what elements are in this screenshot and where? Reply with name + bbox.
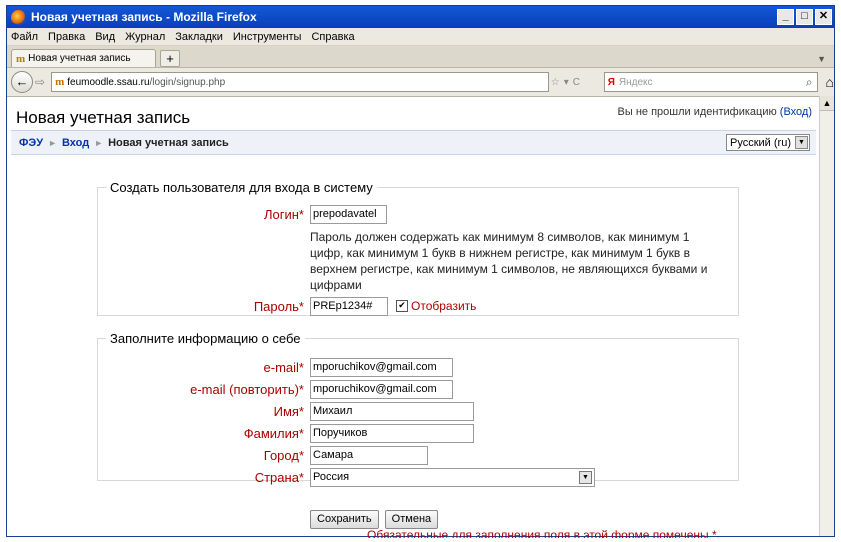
reload-icon[interactable]: C [573, 77, 580, 88]
url-path: /login/signup.php [149, 76, 226, 88]
menu-bar: Файл Правка Вид Журнал Закладки Инструме… [7, 28, 834, 46]
history-dropdown-icon[interactable]: ▾ [564, 77, 569, 88]
firefox-icon [11, 9, 26, 25]
country-select[interactable]: Россия ▼ [310, 468, 595, 487]
title-bar: Новая учетная запись - Mozilla Firefox _… [7, 6, 834, 28]
password-input[interactable]: PREp1234# [310, 297, 388, 316]
login-label: Логин* [263, 207, 304, 222]
menu-edit[interactable]: Правка [48, 31, 85, 43]
url-host: feumoodle.ssau.ru [67, 76, 150, 88]
city-label: Город* [263, 448, 304, 463]
lastname-label: Фамилия* [243, 426, 304, 441]
search-box[interactable]: Я Яндекс ⌕ [603, 72, 818, 92]
breadcrumb-sep: ► [94, 137, 104, 148]
country-label: Страна* [254, 470, 304, 485]
login-input[interactable]: prepodavatel [310, 205, 387, 224]
url-bar[interactable]: m feumoodle.ssau.ru/login/signup.php [51, 72, 549, 92]
password-row: Пароль* PREp1234# ✔ Отобразить [98, 297, 738, 317]
account-fieldset: Создать пользователя для входа в систему… [97, 180, 739, 316]
forward-button[interactable]: ⇨ [35, 75, 45, 89]
required-note: Обязательные для заполнения поля в этой … [367, 528, 720, 538]
vertical-scrollbar[interactable]: ▲ [819, 96, 834, 536]
page-title: Новая учетная запись [16, 108, 191, 127]
breadcrumb-sep: ► [48, 137, 57, 148]
firstname-input[interactable]: Михаил [310, 402, 474, 421]
city-row: Город* Самара [98, 446, 738, 466]
city-input[interactable]: Самара [310, 446, 428, 465]
chevron-down-icon[interactable]: ▼ [795, 136, 808, 149]
email-row: e-mail* mporuchikov@gmail.com [98, 358, 738, 378]
email-input[interactable]: mporuchikov@gmail.com [310, 358, 453, 377]
back-button[interactable]: ← [11, 71, 33, 93]
chevron-down-icon[interactable]: ▼ [579, 471, 592, 484]
login-info: Вы не прошли идентификацию (Вход) [618, 106, 812, 128]
menu-history[interactable]: Журнал [125, 31, 165, 43]
firstname-row: Имя* Михаил [98, 402, 738, 422]
breadcrumb-login[interactable]: Вход [62, 137, 89, 149]
site-icon: m [55, 76, 65, 88]
home-icon[interactable]: ⌂ [826, 74, 834, 90]
password-label: Пароль* [253, 299, 304, 314]
firstname-label: Имя* [273, 404, 304, 419]
menu-bookmarks[interactable]: Закладки [175, 31, 223, 43]
tab-signup[interactable]: m Новая учетная запись [11, 49, 156, 67]
breadcrumb-current: Новая учетная запись [108, 136, 229, 149]
menu-tools[interactable]: Инструменты [233, 31, 302, 43]
search-placeholder: Яндекс [618, 76, 653, 88]
form-actions: Сохранить Отмена [310, 510, 439, 529]
page-content: Новая учетная запись Вы не прошли иденти… [7, 96, 820, 538]
maximize-button[interactable]: □ [796, 9, 813, 25]
login-row: Логин* prepodavatel [98, 205, 738, 225]
language-select[interactable]: Русский (ru) ▼ [726, 134, 810, 151]
nav-bar: ← ⇨ m feumoodle.ssau.ru/login/signup.php… [7, 68, 834, 97]
tab-bar: m Новая учетная запись + ▼ [7, 46, 834, 68]
show-password-checkbox[interactable]: ✔ Отобразить [396, 299, 476, 313]
email-label: e-mail* [263, 360, 304, 375]
login-status-text: Вы не прошли идентификацию [617, 106, 777, 118]
lastname-input[interactable]: Поручиков [310, 424, 474, 443]
cancel-button[interactable]: Отмена [384, 510, 439, 529]
save-button[interactable]: Сохранить [310, 510, 379, 529]
yandex-icon: Я [607, 76, 615, 88]
breadcrumb: ФЭУ ► Вход ► Новая учетная запись Русски… [11, 130, 816, 155]
minimize-button[interactable]: _ [777, 9, 794, 25]
language-value: Русский (ru) [730, 136, 791, 149]
country-value: Россия [313, 471, 350, 483]
profile-fieldset: Заполните информацию о себе e-mail* mpor… [97, 331, 739, 487]
country-row: Страна* Россия ▼ [98, 468, 738, 488]
email-repeat-label: e-mail (повторить)* [190, 382, 304, 397]
lastname-row: Фамилия* Поручиков [98, 424, 738, 444]
window-title: Новая учетная запись - Mozilla Firefox [31, 10, 257, 24]
show-password-label: Отобразить [411, 299, 477, 313]
scroll-up-icon[interactable]: ▲ [820, 96, 834, 111]
bookmark-star-icon[interactable]: ☆ [551, 77, 560, 88]
login-link[interactable]: (Вход) [780, 106, 812, 118]
menu-view[interactable]: Вид [95, 31, 115, 43]
new-tab-button[interactable]: + [160, 50, 180, 67]
moodle-icon: m [16, 52, 26, 65]
tab-label: Новая учетная запись [28, 53, 131, 64]
close-button[interactable]: ✕ [815, 9, 832, 25]
breadcrumb-root[interactable]: ФЭУ [19, 137, 43, 149]
password-rules: Пароль должен содержать как минимум 8 си… [310, 230, 708, 292]
menu-file[interactable]: Файл [11, 31, 38, 43]
email-repeat-input[interactable]: mporuchikov@gmail.com [310, 380, 453, 399]
menu-help[interactable]: Справка [311, 31, 354, 43]
profile-legend: Заполните информацию о себе [110, 331, 301, 346]
search-icon[interactable]: ⌕ [806, 75, 813, 90]
tab-list-icon[interactable]: ▼ [817, 54, 826, 64]
email-repeat-row: e-mail (повторить)* mporuchikov@gmail.co… [98, 380, 738, 400]
account-legend: Создать пользователя для входа в систему [110, 180, 373, 195]
checkbox-checked-icon[interactable]: ✔ [396, 300, 408, 312]
